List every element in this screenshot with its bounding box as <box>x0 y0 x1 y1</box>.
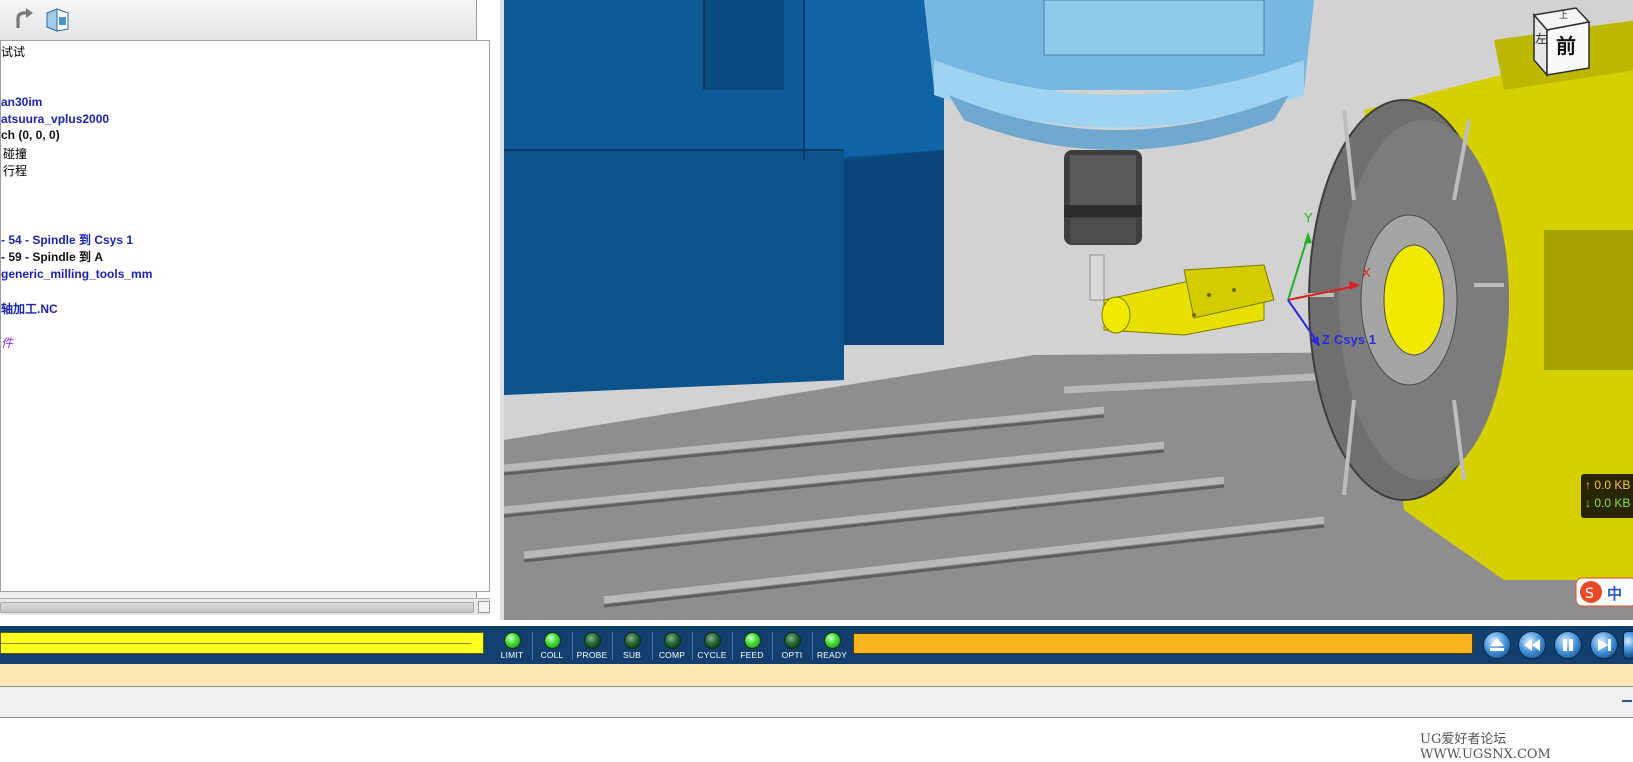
indicator-separator <box>532 632 533 660</box>
rewind-icon[interactable] <box>1518 631 1546 659</box>
indicator-comp: COMP <box>653 630 691 664</box>
tree-item-controller[interactable]: an30im <box>1 95 42 109</box>
indicator-separator <box>572 632 573 660</box>
indicator-label: FEED <box>740 650 764 660</box>
status-led-icon <box>704 632 721 649</box>
sim-progress-right <box>853 633 1473 654</box>
indicator-separator <box>812 632 813 660</box>
status-led-icon <box>504 632 521 649</box>
indicator-label: SUB <box>622 650 642 660</box>
indicator-label: PROBE <box>576 650 608 660</box>
status-led-icon <box>744 632 761 649</box>
sim-progress-left <box>0 632 484 654</box>
tree-item-machine[interactable]: atsuura_vplus2000 <box>1 112 109 126</box>
indicator-separator <box>772 632 773 660</box>
indicator-feed: FEED <box>733 630 771 664</box>
axis-y-label: Y <box>1304 210 1313 225</box>
indicator-sub: SUB <box>613 630 651 664</box>
indicator-separator <box>732 632 733 660</box>
status-led-icon <box>544 632 561 649</box>
indicator-label: COMP <box>658 650 686 660</box>
indicator-cycle: CYCLE <box>693 630 731 664</box>
simulation-viewport[interactable]: S Y X Z Csys 1 上 左 前 ↑ 0.0 KB ↓ 0.0 KB 中 <box>500 0 1633 620</box>
bottom-status-bar <box>0 686 1633 718</box>
status-led-icon <box>584 632 601 649</box>
indicator-probe: PROBE <box>573 630 611 664</box>
pause-icon[interactable] <box>1554 631 1582 659</box>
axis-x-label: X <box>1362 265 1371 280</box>
tree-item-nc-program[interactable]: 轴加工.NC <box>1 300 58 317</box>
indicator-limit: LIMIT <box>493 630 531 664</box>
net-download-rate: ↓ 0.0 KB <box>1585 496 1631 510</box>
status-led-icon <box>784 632 801 649</box>
forum-watermark: UG爱好者论坛 WWW.UGSNX.COM <box>1420 732 1551 762</box>
tree-item-tool-library[interactable]: generic_milling_tools_mm <box>1 267 152 281</box>
tree-item-spindle-csys[interactable]: - 54 - Spindle 到 Csys 1 <box>1 231 133 248</box>
cube-top-label[interactable]: 上 <box>1559 8 1568 21</box>
machine-tree[interactable]: 试试 an30im atsuura_vplus2000 ch (0, 0, 0)… <box>0 40 490 592</box>
indicator-label: LIMIT <box>500 650 524 660</box>
step-forward-icon[interactable] <box>1590 631 1618 659</box>
indicator-label: CYCLE <box>697 650 727 660</box>
indicator-separator <box>652 632 653 660</box>
cube-front-label[interactable]: 前 <box>1556 30 1576 59</box>
indicator-opti: OPTI <box>773 630 811 664</box>
tree-toolbar <box>0 0 476 41</box>
indicator-label: READY <box>816 650 848 660</box>
command-line[interactable] <box>0 664 1633 686</box>
tree-item-project[interactable]: 试试 <box>1 43 25 60</box>
eject-icon[interactable] <box>1483 631 1511 659</box>
status-led-icon <box>624 632 641 649</box>
indicator-coll: COLL <box>533 630 571 664</box>
tree-item-attach[interactable]: ch (0, 0, 0) <box>1 128 60 142</box>
indicator-label: COLL <box>540 650 564 660</box>
tree-item-stock[interactable]: 件 <box>1 334 13 351</box>
scrollbar-thumb[interactable] <box>0 602 474 613</box>
play-icon[interactable] <box>1623 631 1633 659</box>
tree-item-spindle-a[interactable]: - 59 - Spindle 到 A <box>1 248 103 265</box>
net-upload-rate: ↑ 0.0 KB <box>1585 478 1631 492</box>
indicator-separator <box>612 632 613 660</box>
tree-horizontal-scrollbar[interactable] <box>0 598 490 615</box>
machine-scene: S <box>504 0 1633 620</box>
axis-z-label: Z <box>1322 332 1330 347</box>
cube-left-label[interactable]: 左 <box>1535 30 1547 47</box>
ime-mode-label[interactable]: 中 <box>1607 583 1622 604</box>
csys-label: Csys 1 <box>1334 332 1376 347</box>
indicator-label: OPTI <box>781 650 803 660</box>
status-led-icon <box>824 632 841 649</box>
status-led-icon <box>664 632 681 649</box>
indicator-separator <box>692 632 693 660</box>
minimize-icon[interactable] <box>1622 700 1632 702</box>
svg-text:S: S <box>1585 586 1594 602</box>
tree-item-travel[interactable]: 行程 <box>3 162 27 179</box>
resize-grip-icon[interactable] <box>478 601 490 613</box>
redo-icon[interactable] <box>11 7 37 33</box>
tree-item-collision[interactable]: 碰撞 <box>3 145 27 162</box>
indicator-ready: READY <box>813 630 851 664</box>
view-fit-icon[interactable] <box>44 7 70 33</box>
